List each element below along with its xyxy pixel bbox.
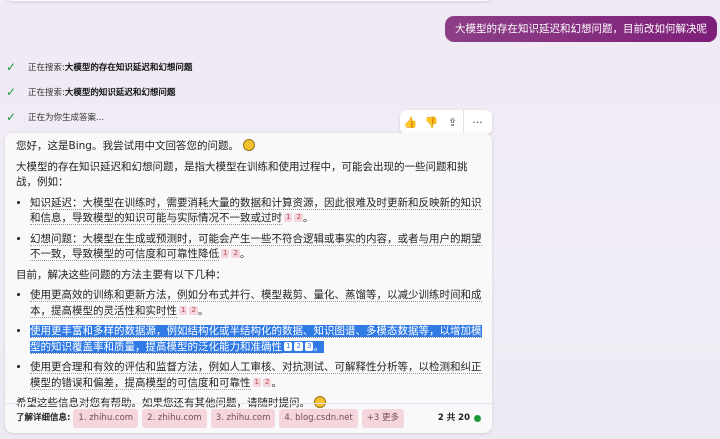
citation[interactable]: 2 [294,341,303,351]
share-icon[interactable]: ⇪ [442,116,463,129]
more-icon[interactable]: ··· [464,116,491,129]
citation[interactable]: 1 [284,341,293,351]
list-item: 幻想问题：大模型在生成或预测时，可能会产生一些不符合逻辑或事实的内容，或者与用户… [30,232,482,263]
check-icon: ✓ [6,110,17,124]
citation[interactable]: 2 [231,249,240,258]
search-step: ✓ 正在搜索: 大模型的知识延迟和幻想问题 [6,85,176,99]
citation[interactable]: 2 [189,305,198,315]
citation[interactable]: 2 [294,213,303,222]
check-icon: ✓ [6,60,17,74]
generating-step: ✓ 正在为你生成答案... [6,110,105,124]
turn-counter: 2 共 20 [438,411,481,427]
citation[interactable]: 1 [179,305,188,315]
citation[interactable]: 1 [221,249,230,258]
learn-more-label: 了解详细信息: [16,412,71,423]
sources-footer: 了解详细信息: 1. zhihu.com 2. zhihu.com 3. zhi… [5,403,492,433]
thumbs-up-icon[interactable]: 👍 [400,116,421,129]
citation[interactable]: 1 [252,377,261,387]
previous-card [6,0,492,1]
source-link[interactable]: 1. zhihu.com [73,408,139,429]
message-actions: 👍 👎 ⇪ ··· [400,110,492,134]
source-link[interactable]: 2. zhihu.com [142,408,207,429]
list-item: 知识延迟：大模型在训练时，需要消耗大量的数据和计算资源，因此很难及时更新和反映新… [30,196,482,227]
list-item: 使用更合理和有效的评估和监督方法，例如人工审核、对抗测试、可解释性分析等，以检测… [30,360,482,391]
answer-card: 您好，这是Bing。我尝试用中文回答您的问题。 大模型的存在知识延迟和幻想问题，… [5,133,492,433]
list-item-selected: 使用更丰富和多样的数据源，例如结构化或半结构化的数据、知识图谱、多模态数据等，以… [30,324,482,355]
methods-intro: 目前，解决这些问题的方法主要有以下几种： [16,268,226,281]
smile-emoji-icon [242,139,255,151]
source-link[interactable]: 3. zhihu.com [210,408,276,429]
method-list: 使用更高效的训练和更新方法，例如分布式并行、模型裁剪、量化、蒸馏等，以减少训练时… [30,288,482,391]
user-message: 大模型的存在知识延迟和幻想问题，目前改如何解决呢 [445,16,717,42]
problem-list: 知识延迟：大模型在训练时，需要消耗大量的数据和计算资源，因此很难及时更新和反映新… [30,196,482,263]
intro: 大模型的存在知识延迟和幻想问题，是指大模型在训练和使用过程中，可能会出现的一些问… [16,160,468,189]
check-icon: ✓ [6,85,17,99]
search-step: ✓ 正在搜索: 大模型的存在知识延迟和幻想问题 [6,60,193,74]
status-dot-icon [474,415,481,422]
citation[interactable]: 1 [284,213,293,222]
more-sources-button[interactable]: +3 更多 [361,408,405,429]
list-item: 使用更高效的训练和更新方法，例如分布式并行、模型裁剪、量化、蒸馏等，以减少训练时… [30,288,482,319]
source-link[interactable]: 4. blog.csdn.net [279,408,358,429]
thumbs-down-icon[interactable]: 👎 [421,116,442,129]
greeting: 您好，这是Bing。我尝试用中文回答您的问题。 [16,139,482,155]
